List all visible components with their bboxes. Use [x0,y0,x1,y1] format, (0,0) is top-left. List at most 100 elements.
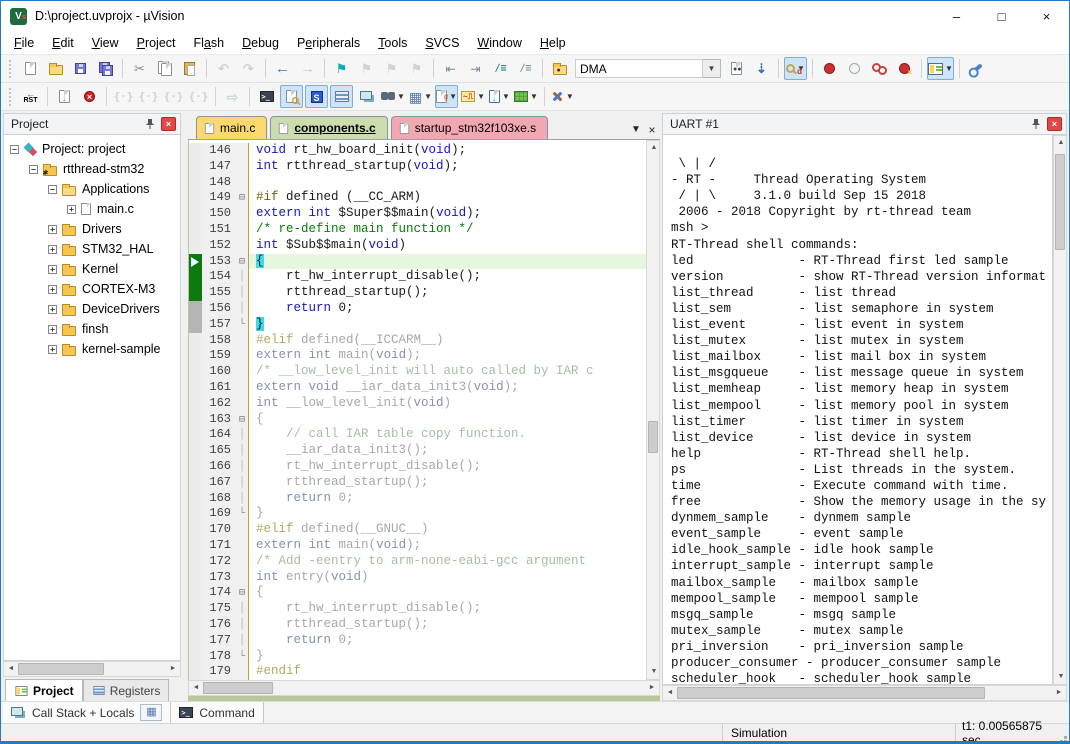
incremental-find-button[interactable]: ⇣ [750,57,773,80]
menu-edit[interactable]: Edit [43,33,83,53]
navigate-back-button[interactable]: ← [271,57,294,80]
breakpoint-margin[interactable] [189,617,202,633]
breakpoint-margin[interactable] [189,601,202,617]
symbol-window-button[interactable]: S [305,85,328,108]
call-stack-locals-tab[interactable]: Call Stack + Locals ▦ [3,702,171,723]
menu-tools[interactable]: Tools [369,33,416,53]
toolbox-dropdown-icon[interactable]: ▼ [566,92,574,101]
trace-windows-dropdown-icon[interactable]: ▼ [397,92,405,101]
unindent-button[interactable]: ⇤ [439,57,462,80]
trace-windows-button[interactable]: ▼ [380,85,406,108]
tree-item-project-project[interactable]: −Project: project [4,139,180,159]
breakpoint-margin[interactable] [189,522,202,538]
scroll-up-icon[interactable]: ▲ [647,141,661,155]
uart-vscrollbar[interactable]: ▲ ▼ [1053,135,1067,685]
kill-all-breakpoints-button[interactable]: × [893,57,916,80]
memory-windows-dropdown-icon[interactable]: ▼ [424,92,432,101]
scroll-right-icon[interactable]: ► [1052,686,1066,700]
current-statement-margin[interactable] [189,254,202,270]
show-next-statement-button[interactable]: ⇨ [221,85,244,108]
tree-item-cortex-m3[interactable]: +CORTEX-M3 [4,279,180,299]
scroll-thumb[interactable] [1055,154,1065,250]
scroll-thumb[interactable] [648,421,658,453]
tree-item-devicedrivers[interactable]: +DeviceDrivers [4,299,180,319]
panel-splitter[interactable] [181,113,188,701]
fold-collapse-icon[interactable]: ⊟ [236,412,249,428]
open-file-button[interactable] [44,57,67,80]
breakpoint-margin[interactable] [189,459,202,475]
next-bookmark-button[interactable]: ⚑ [380,57,403,80]
uncomment-selection-button[interactable]: ∕≡ [514,57,537,80]
search-input[interactable]: DMA [575,59,703,78]
system-viewer-windows-button[interactable]: ↓▼ [488,85,511,108]
tree-item-kernel-sample[interactable]: +kernel-sample [4,339,180,359]
editor-tab-startup-stm32f103xe-s[interactable]: startup_stm32f103xe.s [391,116,548,139]
menu-help[interactable]: Help [531,33,575,53]
indent-button[interactable]: ⇥ [464,57,487,80]
scroll-down-icon[interactable]: ▼ [1054,670,1068,684]
step-out-button[interactable]: {·} [162,85,185,108]
code-editor[interactable]: 146void rt_hw_board_init(void);147int rt… [189,140,646,680]
breakpoint-margin[interactable] [189,143,202,159]
menu-debug[interactable]: Debug [233,33,288,53]
breakpoint-margin[interactable] [189,538,202,554]
system-viewer-windows-dropdown-icon[interactable]: ▼ [502,92,510,101]
comment-selection-button[interactable]: ∕≡ [489,57,512,80]
tab-list-dropdown-icon[interactable]: ▼ [628,121,644,139]
find-in-files-2-button[interactable]: ●● [725,57,748,80]
breakpoint-margin[interactable] [189,238,202,254]
step-over-button[interactable]: {·} [137,85,160,108]
start-stop-debug-session-button[interactable]: d▼ [784,57,807,80]
uart-panel-close-icon[interactable]: × [1047,117,1062,131]
scroll-thumb[interactable] [203,682,273,694]
tree-item-rtthread-stm32[interactable]: −✱rtthread-stm32 [4,159,180,179]
breakpoint-margin[interactable] [189,633,202,649]
stop-button[interactable] [78,85,101,108]
breakpoint-margin[interactable] [189,427,202,443]
insert-bookmark-button[interactable]: ⚑ [330,57,353,80]
tree-item-stm32-hal[interactable]: +STM32_HAL [4,239,180,259]
scroll-left-icon[interactable]: ◄ [663,686,677,700]
breakpoint-margin[interactable] [189,443,202,459]
project-tree[interactable]: −Project: project−✱rtthread-stm32−Applic… [3,135,181,661]
breakpoint-margin[interactable] [189,506,202,522]
prev-bookmark-button[interactable]: ⚑ [355,57,378,80]
pin-icon[interactable] [1028,116,1044,132]
editor-tab-components-c[interactable]: components.c [270,116,387,139]
scroll-thumb[interactable] [677,687,985,699]
undo-button[interactable]: ↶ [212,57,235,80]
editor-tab-main-c[interactable]: main.c [196,116,267,139]
breakpoint-margin[interactable] [189,554,202,570]
paste-button[interactable] [178,57,201,80]
peripheral-windows-button[interactable]: ▼ [513,85,539,108]
window-layout-dropdown-icon[interactable]: ▼ [945,64,953,73]
tree-item-drivers[interactable]: +Drivers [4,219,180,239]
navigate-forward-button[interactable]: → [296,57,319,80]
save-button[interactable] [69,57,92,80]
menu-view[interactable]: View [83,33,128,53]
project-hscrollbar[interactable]: ◄ ► [3,661,181,677]
expand-icon[interactable]: + [48,285,57,294]
project-panel-close-icon[interactable]: × [161,117,176,131]
analysis-windows-button[interactable] [355,85,378,108]
new-file-button[interactable] [19,57,42,80]
breakpoint-margin[interactable] [189,348,202,364]
breakpoint-margin[interactable] [189,570,202,586]
breakpoint-margin[interactable] [189,190,202,206]
breakpoint-margin[interactable] [189,364,202,380]
breakpoint-margin[interactable] [189,475,202,491]
fold-collapse-icon[interactable]: ⊟ [236,585,249,601]
resize-grip[interactable] [1055,724,1069,741]
scroll-left-icon[interactable]: ◄ [4,662,18,676]
scroll-up-icon[interactable]: ▲ [1054,136,1068,150]
pin-icon[interactable] [142,116,158,132]
memory-windows-button[interactable]: ▦▼ [408,85,433,108]
disable-breakpoint-button[interactable] [843,57,866,80]
command-tab[interactable]: >_ Command [171,702,263,723]
expand-icon[interactable]: + [48,305,57,314]
editor-hscrollbar[interactable]: ◄ ► [188,680,660,696]
breakpoint-margin[interactable] [189,175,202,191]
find-in-files-button[interactable]: ● [548,57,571,80]
tab-registers[interactable]: Registers [83,679,170,701]
uart-hscrollbar[interactable]: ◄ ► [662,685,1067,701]
